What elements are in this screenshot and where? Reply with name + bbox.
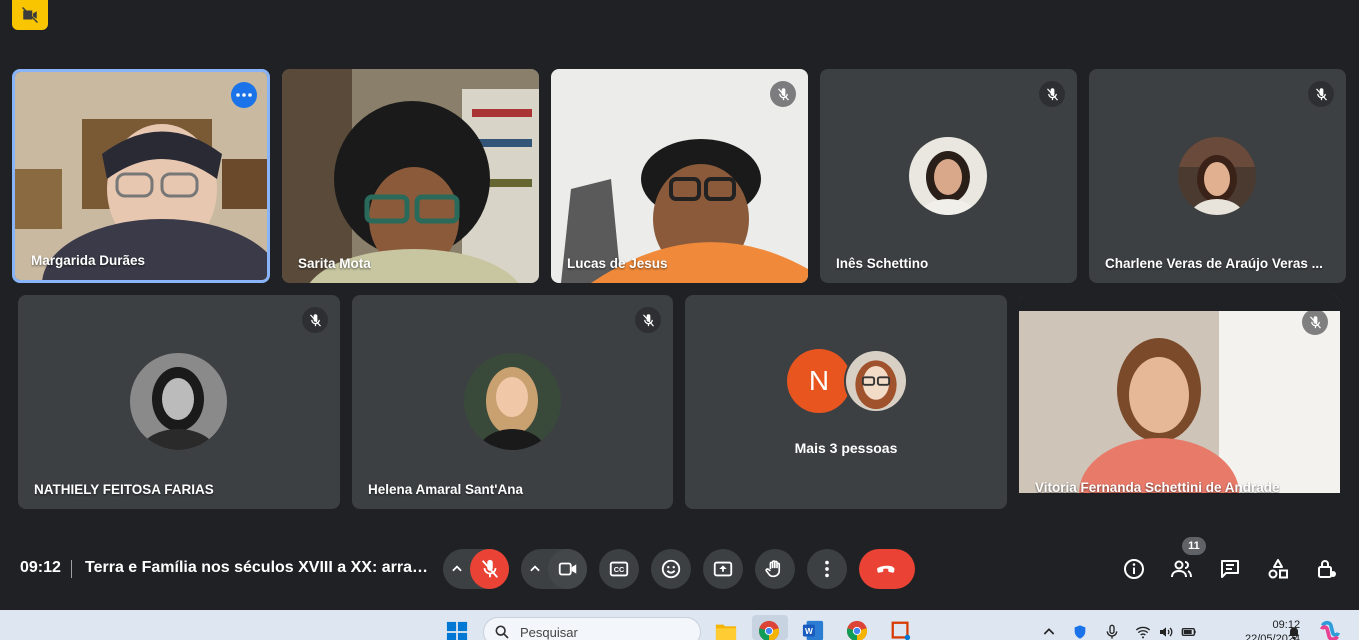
participant-name: Vitoria Fernanda Schettini de Andrade — [1035, 480, 1280, 495]
mic-control-group — [443, 549, 509, 589]
closed-caption-icon: CC — [609, 561, 629, 577]
svg-text:CC: CC — [614, 565, 625, 574]
muted-indicator — [1302, 309, 1328, 335]
video-off-icon — [21, 6, 39, 24]
more-participants-label: Mais 3 pessoas — [794, 440, 898, 456]
participant-video — [1019, 295, 1340, 509]
mic-off-icon — [1046, 87, 1058, 101]
participant-avatar — [909, 137, 987, 215]
mic-off-icon — [309, 313, 321, 327]
microphone-icon[interactable] — [1104, 624, 1120, 640]
lock-person-icon — [1318, 560, 1336, 578]
mic-off-icon — [777, 87, 789, 101]
participant-tile-lucas[interactable]: Lucas de Jesus — [551, 69, 808, 283]
muted-indicator — [1039, 81, 1065, 107]
participant-name: Helena Amaral Sant'Ana — [368, 482, 524, 497]
chrome-profile-icon[interactable] — [846, 620, 868, 640]
chat-button[interactable] — [1214, 553, 1246, 585]
raise-hand-button[interactable] — [755, 549, 795, 589]
audio-options-button[interactable] — [443, 549, 470, 589]
chevron-up-icon[interactable] — [1041, 624, 1057, 640]
host-controls-button[interactable] — [1310, 553, 1342, 585]
people-button[interactable] — [1166, 553, 1198, 585]
participant-video — [282, 69, 539, 283]
participant-tile-sarita[interactable]: Sarita Mota — [282, 69, 539, 283]
file-explorer-icon[interactable] — [713, 620, 739, 640]
chevron-up-icon — [451, 565, 462, 572]
divider — [71, 560, 72, 578]
reactions-button[interactable] — [651, 549, 691, 589]
meeting-clock: 09:12 — [20, 559, 61, 576]
muted-indicator — [302, 307, 328, 333]
participant-video — [551, 69, 808, 283]
participant-name: Inês Schettino — [836, 256, 929, 271]
no-video-alert-badge[interactable] — [12, 0, 48, 30]
muted-indicator — [1308, 81, 1334, 107]
participant-avatar — [1178, 137, 1256, 215]
participant-tile-ines[interactable]: Inês Schettino — [820, 69, 1077, 283]
mic-off-icon — [1309, 315, 1321, 329]
info-icon — [1124, 559, 1144, 579]
taskbar-search[interactable]: Pesquisar — [483, 617, 701, 640]
more-participants-tile[interactable]: N Mais 3 pessoas — [685, 295, 1007, 509]
copilot-icon[interactable] — [1318, 620, 1342, 640]
meeting-details-button[interactable] — [1118, 553, 1150, 585]
participant-avatar — [130, 353, 227, 450]
activities-button[interactable] — [1262, 553, 1294, 585]
participant-name: NATHIELY FEITOSA FARIAS — [34, 482, 214, 497]
participant-tile-vitoria[interactable]: Vitoria Fernanda Schettini de Andrade — [1019, 295, 1340, 509]
participant-tile-nathiely[interactable]: NATHIELY FEITOSA FARIAS — [18, 295, 340, 509]
emoji-icon — [661, 559, 681, 579]
participant-name: Margarida Durães — [31, 253, 146, 268]
camera-control-group — [521, 549, 587, 589]
mic-off-icon — [481, 559, 498, 578]
snipping-tool-icon[interactable] — [890, 620, 912, 640]
word-icon[interactable]: W — [801, 620, 825, 640]
camera-toggle-button[interactable] — [548, 549, 587, 589]
participant-tile-charlene[interactable]: Charlene Veras de Araújo Veras ... — [1089, 69, 1346, 283]
svg-text:W: W — [805, 627, 813, 636]
participant-name: Charlene Veras de Araújo Veras ... — [1105, 256, 1323, 271]
more-horizontal-icon — [236, 93, 252, 97]
participant-avatar — [844, 349, 908, 413]
search-placeholder: Pesquisar — [520, 624, 578, 640]
participant-video — [15, 72, 267, 280]
call-end-icon — [877, 565, 895, 573]
muted-indicator — [770, 81, 796, 107]
meeting-title[interactable]: Terra e Família nos séculos XVIII a XX: … — [85, 559, 430, 577]
mic-off-icon — [1315, 87, 1327, 101]
volume-icon[interactable] — [1158, 624, 1174, 640]
notification-bell-icon[interactable] — [1286, 624, 1302, 640]
chat-icon — [1221, 560, 1239, 578]
hand-icon — [765, 560, 781, 578]
muted-indicator — [635, 307, 661, 333]
captions-button[interactable]: CC — [599, 549, 639, 589]
chevron-up-icon — [529, 565, 540, 572]
windows-start-icon[interactable] — [446, 621, 468, 640]
videocam-icon — [558, 562, 576, 576]
video-options-button[interactable] — [521, 549, 548, 589]
more-options-button[interactable] — [231, 82, 257, 108]
shield-icon[interactable] — [1072, 624, 1088, 640]
participant-tile-helena[interactable]: Helena Amaral Sant'Ana — [352, 295, 673, 509]
present-screen-button[interactable] — [703, 549, 743, 589]
participant-avatar — [464, 353, 561, 450]
avatar-initial: N — [808, 365, 830, 396]
mic-toggle-button[interactable] — [470, 549, 509, 589]
chrome-icon — [758, 620, 780, 640]
wifi-icon[interactable] — [1135, 624, 1151, 640]
search-icon — [495, 625, 509, 639]
mic-off-icon — [642, 313, 654, 327]
shapes-icon — [1268, 559, 1288, 579]
present-screen-icon — [713, 561, 733, 577]
participant-name: Lucas de Jesus — [567, 256, 668, 271]
participant-name: Sarita Mota — [298, 256, 371, 271]
more-vertical-icon — [825, 560, 829, 578]
more-options-button[interactable] — [807, 549, 847, 589]
people-icon — [1171, 560, 1192, 578]
leave-call-button[interactable] — [859, 549, 915, 589]
battery-icon[interactable] — [1181, 624, 1197, 640]
participant-initial-avatar: N — [787, 349, 851, 413]
participant-tile-margarida[interactable]: Margarida Durães — [12, 69, 270, 283]
